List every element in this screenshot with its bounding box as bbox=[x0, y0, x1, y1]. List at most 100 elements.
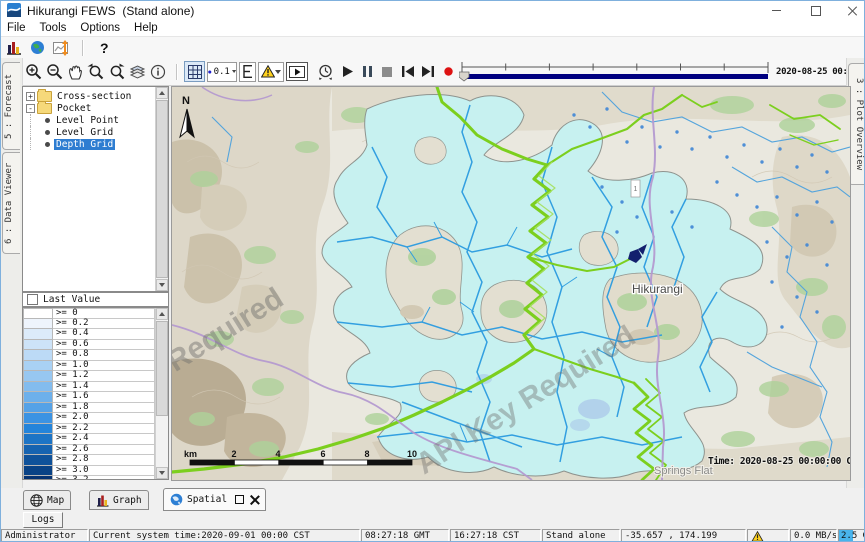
animation-timer-icon[interactable] bbox=[317, 63, 334, 80]
town-label: Hikurangi bbox=[632, 282, 683, 296]
tree-item[interactable]: Level Point bbox=[26, 114, 155, 126]
help-icon[interactable]: ? bbox=[100, 40, 109, 56]
status-user: Administrator bbox=[1, 529, 88, 542]
tab-map[interactable]: Map bbox=[23, 490, 71, 510]
menu-help[interactable]: Help bbox=[134, 22, 166, 34]
zoom-out-icon[interactable] bbox=[46, 63, 63, 80]
legend-title: Last Value bbox=[43, 294, 100, 305]
road-shield-icon: 1 bbox=[631, 180, 640, 197]
zoom-next-icon[interactable] bbox=[108, 63, 125, 80]
legend-row: >= 1.2 bbox=[23, 371, 155, 382]
tree-view[interactable]: + Cross-section - PocketLevel PointLevel Gr… bbox=[23, 87, 155, 291]
legend-scrollbar[interactable] bbox=[155, 308, 168, 479]
grid-display-button[interactable] bbox=[184, 61, 205, 82]
step-forward-button[interactable] bbox=[422, 66, 434, 77]
warning-triangle-icon bbox=[261, 65, 275, 78]
status-gmt-time: 08:27:18 GMT bbox=[361, 529, 449, 542]
tree-connector bbox=[30, 138, 45, 150]
database-viewer-icon[interactable] bbox=[6, 40, 22, 56]
legend-row: >= 2.4 bbox=[23, 434, 155, 445]
tab-spatial-label: Spatial bbox=[187, 494, 227, 505]
pause-button[interactable] bbox=[363, 66, 372, 77]
globe-wireframe-icon bbox=[30, 494, 43, 507]
maximize-panel-icon[interactable] bbox=[235, 495, 244, 504]
legend-row: >= 0.6 bbox=[23, 340, 155, 351]
legend-swatch bbox=[23, 392, 53, 403]
spatial-display-icon[interactable] bbox=[30, 40, 45, 55]
bar-chart-icon bbox=[96, 494, 109, 507]
app-icon bbox=[7, 3, 21, 17]
last-value-checkbox[interactable] bbox=[27, 294, 38, 305]
scroll-down-icon[interactable] bbox=[156, 279, 168, 291]
stop-button[interactable] bbox=[382, 67, 392, 77]
menu-options[interactable]: Options bbox=[80, 22, 128, 34]
pan-hand-icon[interactable] bbox=[67, 63, 83, 80]
close-button[interactable] bbox=[839, 1, 865, 20]
menu-tools[interactable]: Tools bbox=[40, 22, 75, 34]
slider-thumb[interactable] bbox=[459, 72, 469, 81]
legend-panel: >= 0>= 0.2>= 0.4>= 0.6>= 0.8>= 1.0>= 1.2… bbox=[22, 307, 169, 480]
time-slider[interactable] bbox=[459, 60, 771, 84]
map-viewport[interactable]: 1 API Key Required API Key Required Hiku… bbox=[171, 86, 851, 481]
scroll-up-icon[interactable] bbox=[156, 87, 168, 99]
animation-dialog-button[interactable] bbox=[286, 62, 308, 81]
legend-swatch bbox=[23, 329, 53, 340]
legend-value: >= 1.2 bbox=[53, 371, 155, 382]
legend-swatch bbox=[23, 424, 53, 435]
info-icon[interactable] bbox=[150, 64, 166, 80]
tab-graph[interactable]: Graph bbox=[89, 490, 149, 510]
legend-swatch bbox=[23, 413, 53, 424]
timeseries-dialog-icon[interactable] bbox=[53, 40, 70, 56]
layers-icon[interactable] bbox=[129, 64, 146, 80]
classification-button[interactable] bbox=[239, 62, 256, 82]
tree-item-label[interactable]: Level Grid bbox=[54, 127, 115, 138]
legend-row: >= 3.2 bbox=[23, 476, 155, 479]
legend-swatch bbox=[23, 319, 53, 330]
zoom-in-icon[interactable] bbox=[25, 63, 42, 80]
status-alerts[interactable] bbox=[747, 529, 789, 542]
tree-item-label[interactable]: Pocket bbox=[55, 103, 93, 114]
svg-text:2: 2 bbox=[231, 449, 236, 459]
tree-item-label[interactable]: Level Point bbox=[54, 115, 121, 126]
logs-button[interactable]: Logs bbox=[23, 512, 63, 528]
opacity-dropdown[interactable]: 0.1 bbox=[207, 62, 237, 82]
tree-expander-icon[interactable]: - bbox=[26, 104, 35, 113]
legend-swatch bbox=[23, 476, 53, 479]
menu-file[interactable]: File bbox=[7, 22, 34, 34]
legend-swatch bbox=[23, 361, 53, 372]
tree-item[interactable]: Level Grid bbox=[26, 126, 155, 138]
record-button[interactable] bbox=[444, 67, 453, 76]
legend-value: >= 0.8 bbox=[53, 350, 155, 361]
legend-row: >= 1.0 bbox=[23, 361, 155, 372]
locality-label: Springs Flat bbox=[654, 465, 713, 477]
legend-row: >= 3.0 bbox=[23, 466, 155, 477]
tab-spatial[interactable]: Spatial bbox=[163, 488, 266, 511]
thresholds-dropdown[interactable] bbox=[258, 62, 284, 82]
tab-data-viewer[interactable]: 6 : Data Viewer bbox=[2, 152, 20, 254]
tree-item[interactable]: - Pocket bbox=[26, 102, 155, 114]
chevron-down-icon bbox=[275, 70, 281, 74]
zoom-previous-icon[interactable] bbox=[87, 63, 104, 80]
opacity-value: 0.1 bbox=[214, 67, 230, 77]
legend-list: >= 0>= 0.2>= 0.4>= 0.6>= 0.8>= 1.0>= 1.2… bbox=[23, 308, 155, 479]
svg-text:N: N bbox=[182, 95, 190, 107]
title-bar[interactable]: Hikurangi FEWS (Stand alone) bbox=[1, 1, 864, 20]
tree-expander-icon[interactable]: + bbox=[26, 92, 35, 101]
tab-forecast[interactable]: 5 : Forecast bbox=[2, 62, 20, 150]
tree-item[interactable]: Depth Grid bbox=[26, 138, 155, 150]
legend-swatch bbox=[23, 350, 53, 361]
scroll-up-icon[interactable] bbox=[156, 308, 168, 320]
legend-row: >= 2.2 bbox=[23, 424, 155, 435]
tree-scrollbar[interactable] bbox=[155, 87, 168, 291]
play-button[interactable] bbox=[343, 66, 353, 77]
step-back-button[interactable] bbox=[402, 66, 414, 77]
close-panel-icon[interactable] bbox=[250, 495, 259, 504]
tree-item-label[interactable]: Cross-section bbox=[55, 91, 133, 102]
bullet-icon bbox=[45, 142, 50, 147]
scroll-down-icon[interactable] bbox=[156, 467, 168, 479]
maximize-button[interactable] bbox=[803, 1, 829, 20]
tree-item-label[interactable]: Depth Grid bbox=[54, 139, 115, 150]
minimize-button[interactable] bbox=[763, 1, 789, 20]
dot-icon bbox=[208, 69, 212, 75]
legend-row: >= 1.6 bbox=[23, 392, 155, 403]
